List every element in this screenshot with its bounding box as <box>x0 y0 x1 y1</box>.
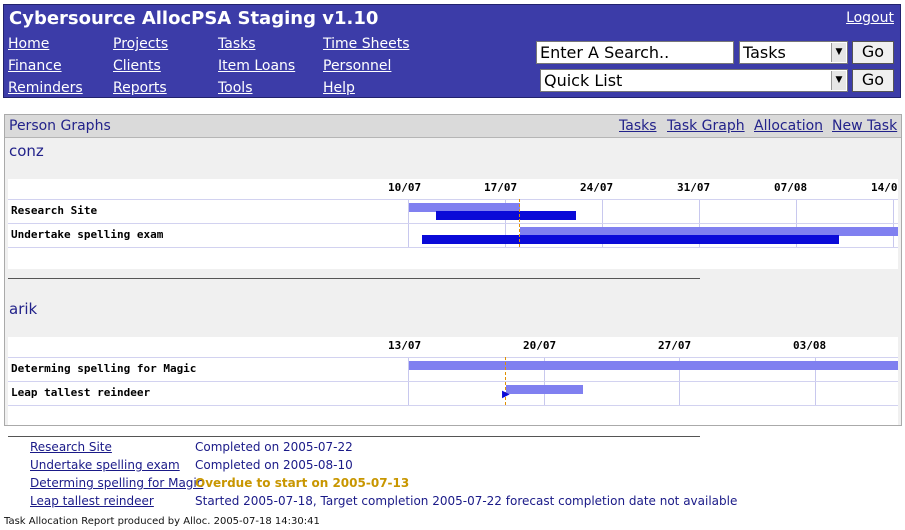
nav-clients[interactable]: Clients <box>113 58 161 74</box>
row-divider <box>8 247 898 249</box>
divider <box>8 436 700 437</box>
date-label: 20/07 <box>523 339 557 352</box>
gantt-chart-arik: 13/07 20/07 27/07 03/08 Determing spelli… <box>8 337 898 425</box>
nav-tasks[interactable]: Tasks <box>218 36 256 52</box>
task-link[interactable]: Determing spelling for Magic <box>30 476 203 490</box>
gantt-chart-conz: 10/07 17/07 24/07 31/07 07/08 14/0 Resea… <box>8 179 898 269</box>
nav-item-loans[interactable]: Item Loans <box>218 58 295 74</box>
today-line <box>519 199 520 247</box>
row-divider <box>8 405 898 407</box>
nav-finance[interactable]: Finance <box>8 58 62 74</box>
date-label: 17/07 <box>484 181 518 194</box>
task-label: Determing spelling for Magic <box>11 362 197 375</box>
new-task-link[interactable]: New Task <box>832 118 897 134</box>
task-link[interactable]: Undertake spelling exam <box>30 458 180 472</box>
task-row: Leap tallest reindeer <box>8 381 898 406</box>
nav-personnel[interactable]: Personnel <box>323 58 391 74</box>
task-label: Undertake spelling exam <box>11 228 164 241</box>
panel-header: Person Graphs Tasks Task Graph Allocatio… <box>5 115 901 138</box>
nav-reminders[interactable]: Reminders <box>8 80 83 96</box>
search-type-select[interactable]: Tasks ▼ <box>739 41 848 64</box>
start-marker-icon: ▶ <box>502 389 510 400</box>
date-label: 27/07 <box>658 339 692 352</box>
date-label: 31/07 <box>677 181 711 194</box>
actual-bar <box>436 211 576 220</box>
estimate-bar <box>409 361 898 370</box>
search-input[interactable]: Enter A Search.. <box>536 41 734 64</box>
task-status: Completed on 2005-08-10 <box>195 458 353 472</box>
task-graph-link[interactable]: Task Graph <box>667 118 745 134</box>
estimate-bar <box>506 385 583 394</box>
task-status: Started 2005-07-18, Target completion 20… <box>195 494 738 508</box>
tasks-link[interactable]: Tasks <box>619 118 657 134</box>
logout-link[interactable]: Logout <box>846 10 894 26</box>
search-type-value: Tasks <box>743 43 786 62</box>
chevron-down-icon: ▼ <box>831 43 846 62</box>
panel-title: Person Graphs <box>9 118 111 134</box>
person-graphs-panel: Person Graphs Tasks Task Graph Allocatio… <box>4 114 902 437</box>
nav-reports[interactable]: Reports <box>113 80 167 96</box>
nav-home[interactable]: Home <box>8 36 49 52</box>
person-name: conz <box>9 142 44 160</box>
report-footer: Task Allocation Report produced by Alloc… <box>4 516 320 527</box>
quick-list-select[interactable]: Quick List ▼ <box>540 69 848 92</box>
divider <box>8 278 700 279</box>
search-go-button[interactable]: Go <box>852 41 894 64</box>
actual-bar <box>422 235 839 244</box>
task-status-overdue: Overdue to start on 2005-07-13 <box>195 476 410 490</box>
nav-projects[interactable]: Projects <box>113 36 168 52</box>
nav-tools[interactable]: Tools <box>218 80 253 96</box>
app-header: Cybersource AllocPSA Staging v1.10 Logou… <box>3 4 901 98</box>
task-link[interactable]: Research Site <box>30 440 112 454</box>
date-label: 10/07 <box>388 181 422 194</box>
person-name: arik <box>9 300 38 318</box>
quick-list-go-button[interactable]: Go <box>852 69 894 92</box>
task-label: Leap tallest reindeer <box>11 386 151 399</box>
app-title: Cybersource AllocPSA Staging v1.10 <box>9 8 379 29</box>
date-label: 13/07 <box>388 339 422 352</box>
allocation-link[interactable]: Allocation <box>754 118 823 134</box>
date-label: 24/07 <box>580 181 614 194</box>
nav-help[interactable]: Help <box>323 80 355 96</box>
task-label: Research Site <box>11 204 98 217</box>
nav-time-sheets[interactable]: Time Sheets <box>323 36 409 52</box>
task-status: Completed on 2005-07-22 <box>195 440 353 454</box>
date-label: 03/08 <box>793 339 827 352</box>
date-label: 14/0 <box>871 181 898 194</box>
task-link[interactable]: Leap tallest reindeer <box>30 494 154 508</box>
date-label: 07/08 <box>774 181 808 194</box>
quick-list-value: Quick List <box>544 71 623 90</box>
chevron-down-icon: ▼ <box>831 71 846 90</box>
